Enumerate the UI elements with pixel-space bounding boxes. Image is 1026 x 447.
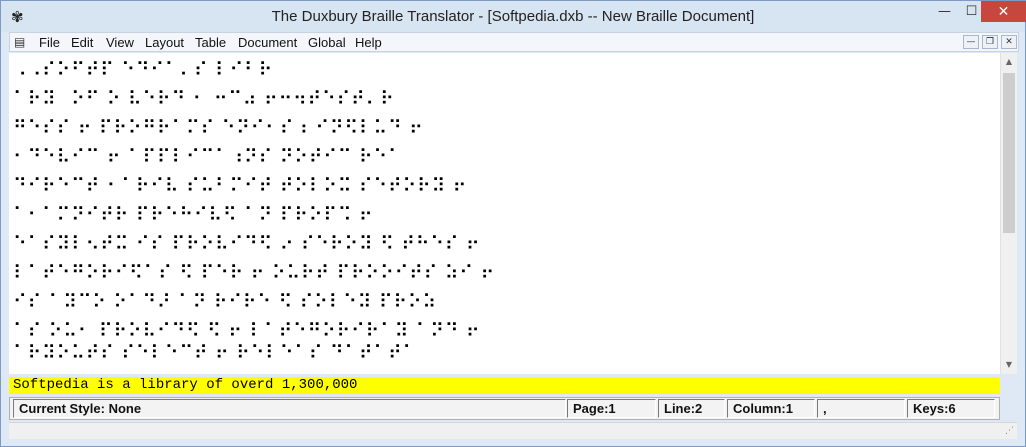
- braille-line: ⠇⠁⠞⠑⠛⠕⠗⠊⠫⠁⠎ ⠫ ⠏⠑⠗ ⠖ ⠕⠥⠗⠞ ⠏⠗⠕⠕⠊⠞⠎ ⠵⠊ ⠖: [13, 262, 495, 284]
- doc-restore-button[interactable]: ❐: [982, 35, 998, 49]
- window-title: The Duxbury Braille Translator - [Softpe…: [271, 8, 755, 25]
- app-window: ✾ The Duxbury Braille Translator - [Soft…: [0, 0, 1026, 447]
- print-text-line: Softpedia is a library of overd 1,300,00…: [9, 377, 1000, 394]
- braille-line: ⠙⠊⠗⠑⠉⠞ ⠂⠁⠗⠊⠧ ⠎⠥⠃⠍⠊⠞ ⠞⠕⠇⠕⠭ ⠎⠑⠞⠕⠗⠽ ⠖: [13, 175, 468, 197]
- scroll-up-icon[interactable]: ▲: [1001, 53, 1017, 70]
- menu-file[interactable]: File: [39, 34, 60, 51]
- vertical-scrollbar[interactable]: ▲ ▼: [1000, 53, 1017, 374]
- status-line: Line:2: [658, 399, 725, 418]
- document-icon[interactable]: ▤: [14, 35, 28, 49]
- horizontal-scrollbar[interactable]: ⋰: [9, 422, 1017, 439]
- doc-close-button[interactable]: ✕: [1001, 35, 1017, 49]
- menu-bar: ▤ File Edit View Layout Table Document G…: [9, 32, 1019, 52]
- status-page: Page:1: [567, 399, 656, 418]
- braille-editor[interactable]: ⠠⠠⠎⠕⠋⠞⠏ ⠑⠙⠊⠁⠄⠎ ⠇⠊⠃⠗ ⠁⠗⠽⠀⠕⠋ ⠕ ⠧⠑⠗⠙ ⠂ ⠒⠉⠴ …: [9, 53, 1000, 374]
- braille-line: ⠑⠁⠎⠽⠇⠢⠞⠭ ⠊⠎ ⠏⠗⠕⠧⠊⠙⠫ ⠔ ⠎⠑⠗⠕⠽ ⠫ ⠞⠓⠑⠎ ⠖: [13, 233, 481, 255]
- braille-line: ⠂⠙⠑⠧⠊⠉ ⠖ ⠁⠏⠏⠇⠊⠉⠁⠰⠝⠎ ⠝⠕⠞⠊⠉ ⠗⠑⠁: [13, 146, 403, 168]
- menu-global[interactable]: Global: [308, 34, 346, 51]
- status-current-style: Current Style: None: [13, 399, 566, 418]
- braille-line: ⠊⠎ ⠁⠽⠉⠕ ⠕⠁⠙⠜ ⠁⠝ ⠗⠊⠗⠑ ⠫ ⠎⠕⠇⠑⠽ ⠏⠗⠕⠵: [13, 291, 437, 313]
- menu-view[interactable]: View: [106, 34, 134, 51]
- braille-line: ⠁⠎ ⠕⠥⠂ ⠏⠗⠕⠧⠊⠙⠫ ⠫ ⠖ ⠇⠁⠞⠑⠛⠕⠗⠊⠗⠁⠽ ⠁⠝⠙ ⠖: [13, 320, 481, 342]
- braille-line: ⠁⠗⠽⠕⠥⠞⠎ ⠎⠑⠇⠑⠉⠞ ⠖ ⠗⠑⠇⠑⠁⠎ ⠙⠁⠞⠁⠞⠁: [13, 342, 417, 364]
- title-bar[interactable]: ✾ The Duxbury Braille Translator - [Soft…: [1, 1, 1026, 32]
- status-keys: Keys:6: [907, 399, 995, 418]
- resize-grip-icon[interactable]: ⋰: [1005, 426, 1014, 436]
- status-column: Column:1: [727, 399, 815, 418]
- braille-line: ⠁⠂⠁⠍⠝⠊⠞⠗ ⠏⠗⠑⠓⠊⠧⠫ ⠁⠝ ⠏⠗⠕⠏⠩ ⠖: [13, 204, 374, 226]
- braille-line: ⠁⠗⠽⠀⠕⠋ ⠕ ⠧⠑⠗⠙ ⠂ ⠒⠉⠴ ⠖⠒⠲⠞⠑⠎⠞⠄⠗: [13, 88, 395, 110]
- scroll-thumb[interactable]: [1003, 73, 1015, 233]
- minimize-button[interactable]: —: [931, 1, 958, 22]
- scroll-down-icon[interactable]: ▼: [1001, 356, 1017, 373]
- close-button[interactable]: ✕: [981, 1, 1026, 22]
- status-bar: Current Style: None Page:1 Line:2 Column…: [9, 397, 1000, 420]
- menu-table[interactable]: Table: [195, 34, 226, 51]
- status-misc: ,: [817, 399, 905, 418]
- menu-layout[interactable]: Layout: [145, 34, 184, 51]
- menu-edit[interactable]: Edit: [71, 34, 93, 51]
- braille-line: ⠛⠑⠎⠎ ⠖ ⠏⠗⠕⠛⠗⠁⠍⠎ ⠑⠝⠊⠂⠎⠰ ⠊⠝⠫⠇⠥⠙ ⠖: [13, 117, 424, 139]
- menu-help[interactable]: Help: [355, 34, 382, 51]
- doc-minimize-button[interactable]: —: [963, 35, 979, 49]
- braille-line: ⠠⠠⠎⠕⠋⠞⠏ ⠑⠙⠊⠁⠄⠎ ⠇⠊⠃⠗: [13, 59, 274, 81]
- menu-document[interactable]: Document: [238, 34, 297, 51]
